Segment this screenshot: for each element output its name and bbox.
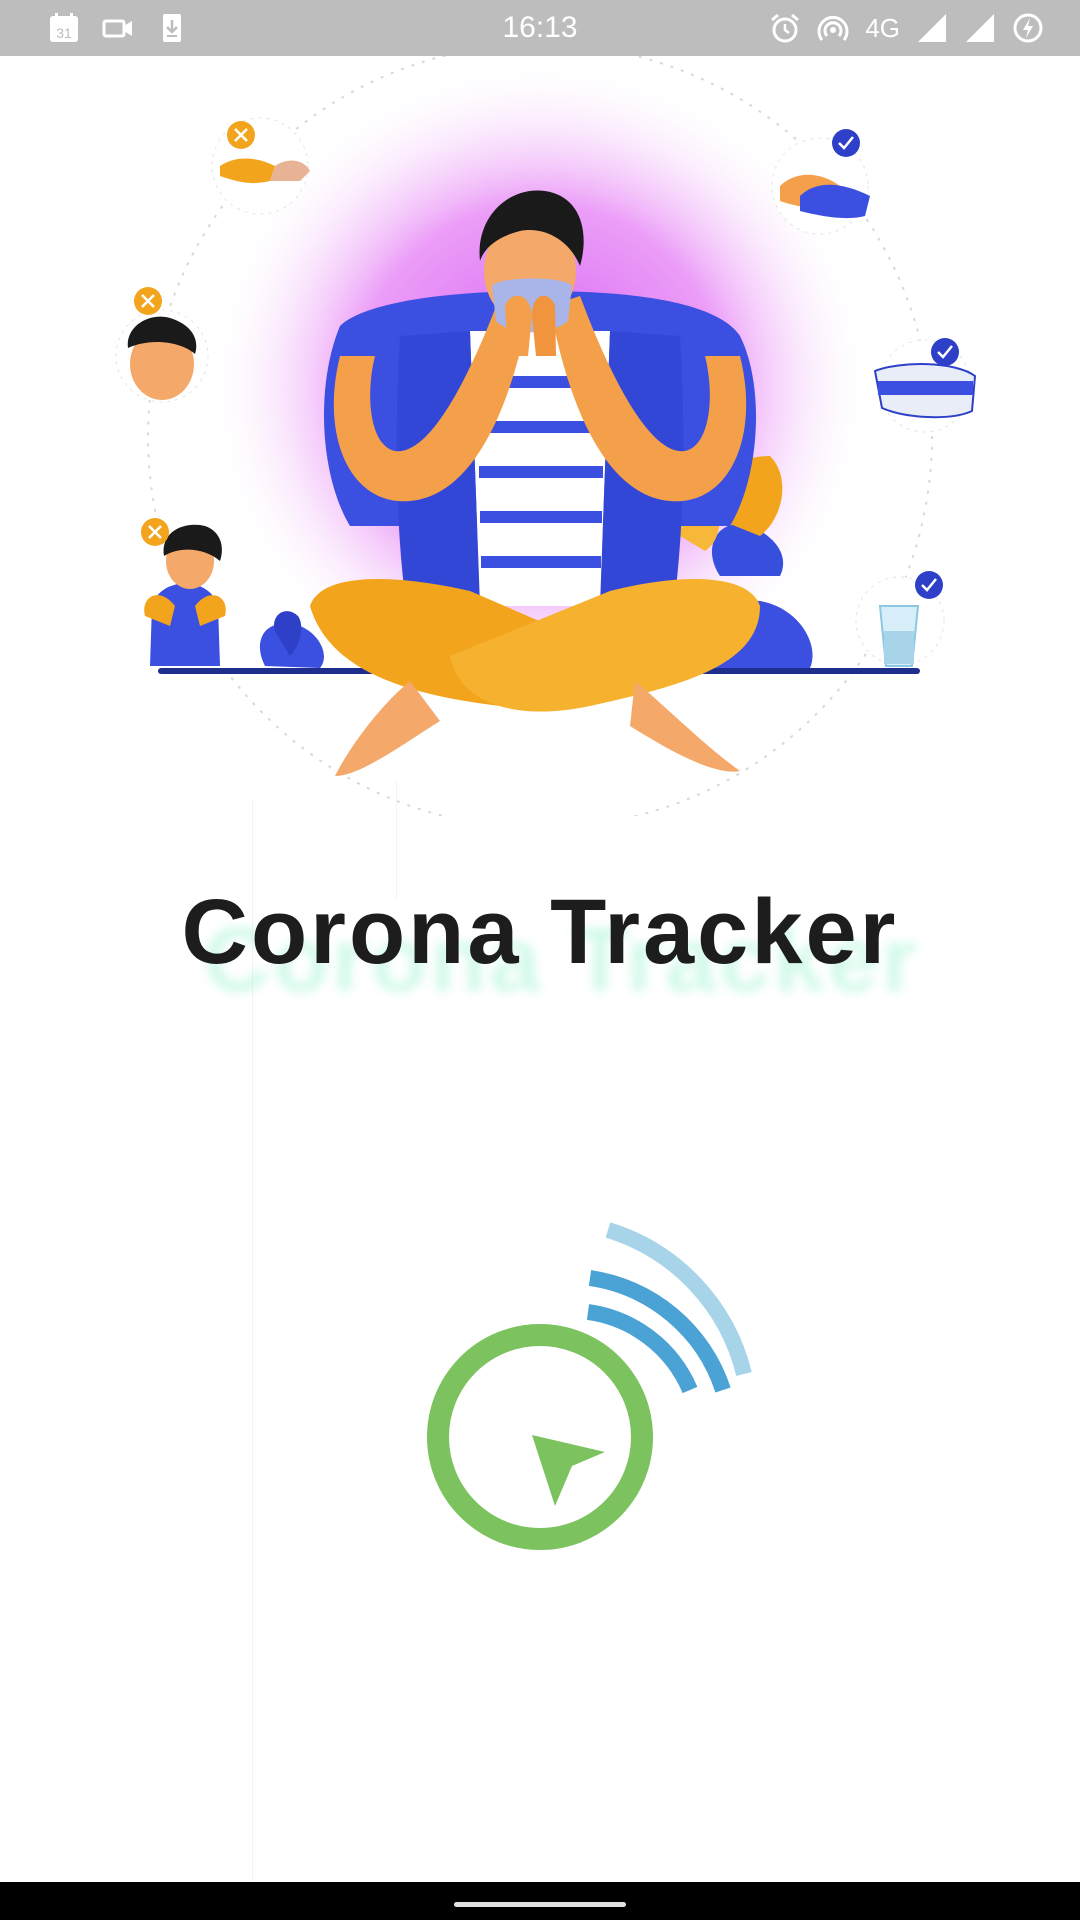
battery-charging-icon: [1012, 12, 1044, 44]
app-title-block: Corona Tracker Corona Tracker: [0, 880, 1080, 1011]
app-logo: [400, 1210, 780, 1580]
signal-icon: [916, 12, 948, 44]
hero-illustration: [0, 43, 1080, 829]
network-type-label: 4G: [865, 13, 900, 43]
navigation-bar: [0, 1882, 1080, 1920]
splash-screen: 31 16:13 4G Corona Tracker Corona Tracke…: [0, 0, 1080, 1920]
hotspot-icon: [817, 12, 849, 44]
status-bar: 31 16:13 4G: [0, 0, 1080, 56]
sneezing-girl-icon: [141, 518, 226, 666]
coughing-man-icon: [115, 287, 209, 403]
alarm-icon: [769, 12, 801, 44]
signal-icon: [964, 12, 996, 44]
face-mask-icon: [873, 338, 977, 433]
home-gesture-handle[interactable]: [454, 1902, 626, 1907]
status-right-icons: 4G: [769, 12, 1044, 44]
water-glass-icon: [855, 571, 945, 667]
app-title: Corona Tracker: [181, 881, 899, 983]
washing-hands-icon: [771, 129, 870, 235]
